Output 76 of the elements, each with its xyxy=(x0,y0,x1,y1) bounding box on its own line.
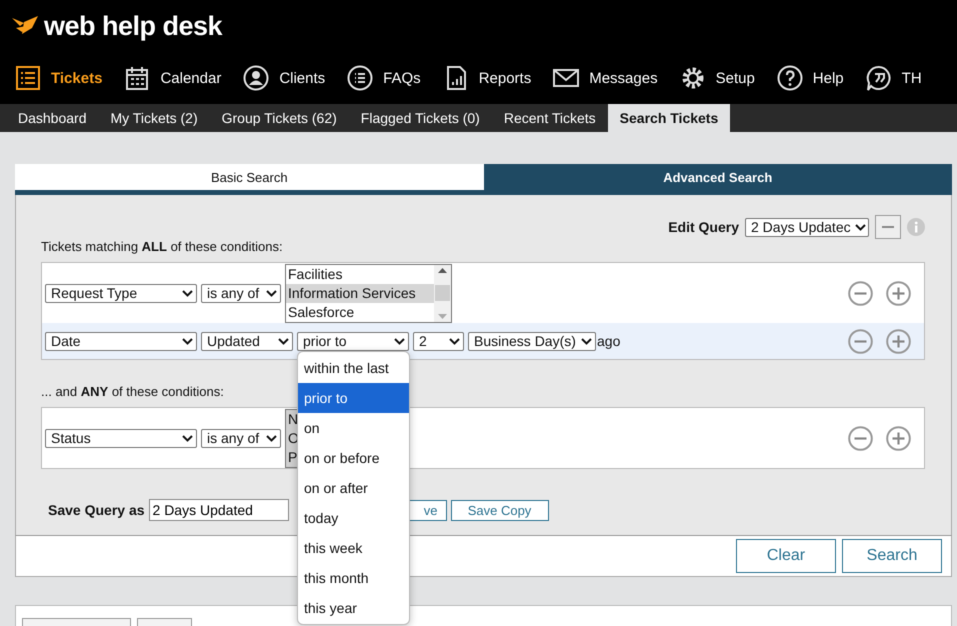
chevron-icon xyxy=(266,290,277,296)
operator-select[interactable]: is any of xyxy=(201,428,281,448)
chevron-icon xyxy=(266,434,277,442)
remove-query-button[interactable] xyxy=(875,215,901,239)
chat-icon xyxy=(866,65,892,91)
nav-tab[interactable]: Recent Tickets xyxy=(492,104,608,132)
listbox-option[interactable]: Information Services xyxy=(286,284,434,302)
unit-select[interactable]: Business Day(s) xyxy=(468,332,596,350)
minus-circle-icon[interactable] xyxy=(848,328,873,354)
save-copy-button[interactable]: Save Copy xyxy=(450,500,549,520)
help-icon xyxy=(776,65,803,91)
field-select[interactable]: Request Type xyxy=(45,284,197,302)
minus-icon xyxy=(882,226,894,228)
chevron-icon xyxy=(581,338,592,344)
listbox-option[interactable]: P xyxy=(286,448,301,466)
listbox-option[interactable]: Salesforce xyxy=(286,302,434,322)
minus-circle-icon[interactable] xyxy=(848,426,873,450)
plus-circle-icon[interactable] xyxy=(886,426,911,450)
nav-item[interactable]: Reports xyxy=(442,65,532,91)
chevron-icon xyxy=(394,338,405,344)
nav-item[interactable]: Clients xyxy=(243,65,326,91)
settings-icon xyxy=(680,65,706,91)
amount-select[interactable]: 2 xyxy=(413,332,464,350)
scrollbar[interactable] xyxy=(434,264,451,322)
dropdown-option[interactable]: this month xyxy=(298,563,409,593)
attribute-select[interactable]: Updated xyxy=(201,332,293,350)
chevron-icon xyxy=(182,338,193,344)
nav-tab[interactable]: Search Tickets xyxy=(608,104,730,132)
minus-circle-icon[interactable] xyxy=(848,280,873,306)
list-icon xyxy=(15,65,41,91)
dropdown-option[interactable]: this year xyxy=(298,593,409,623)
field-select[interactable]: Status xyxy=(45,428,197,448)
list-icon xyxy=(347,65,374,91)
nav-item[interactable]: Calendar xyxy=(124,65,222,91)
nav-tab[interactable]: Dashboard xyxy=(6,104,98,132)
logo-text: web help desk xyxy=(44,10,222,42)
chevron-icon xyxy=(278,338,289,344)
nav-item[interactable]: Messages xyxy=(553,65,658,91)
search-tab[interactable]: Advanced Search xyxy=(484,164,952,190)
search-button[interactable]: Search xyxy=(842,539,942,573)
field-select[interactable]: Date xyxy=(45,332,197,350)
chevron-icon xyxy=(182,434,193,442)
dropdown-option[interactable]: this week xyxy=(298,533,409,563)
clear-button[interactable]: Clear xyxy=(736,539,836,573)
condition-heading: Tickets matching ALL of these conditions: xyxy=(41,239,283,254)
chevron-icon xyxy=(182,290,193,296)
nav-tab[interactable]: My Tickets (2) xyxy=(98,104,210,132)
search-tab[interactable]: Basic Search xyxy=(15,164,484,190)
dropdown-option[interactable]: prior to xyxy=(298,383,409,413)
nav-item[interactable]: TH xyxy=(866,65,922,91)
condition-heading: ... and ANY of these conditions: xyxy=(41,384,224,399)
listbox-option[interactable]: Facilities xyxy=(286,264,434,284)
scroll-up-icon[interactable] xyxy=(438,268,447,272)
query-name-field[interactable]: 2 Days Updated xyxy=(148,499,289,521)
dropdown-option[interactable]: within the last xyxy=(298,353,409,383)
operator-select[interactable]: prior to xyxy=(297,332,409,350)
value-listbox[interactable]: Facilities Information Services Salesforce xyxy=(285,264,452,322)
nav-tab[interactable]: Group Tickets (62) xyxy=(210,104,349,132)
info-icon xyxy=(907,218,925,236)
scroll-down-icon[interactable] xyxy=(438,314,447,318)
user-icon xyxy=(243,65,270,91)
chevron-icon xyxy=(854,224,866,230)
nav-tab[interactable]: Flagged Tickets (0) xyxy=(348,104,492,132)
plus-circle-icon[interactable] xyxy=(886,280,911,306)
edit-query-label: Edit Query xyxy=(668,219,739,235)
operator-select[interactable]: is any of xyxy=(201,284,281,302)
calendar-icon xyxy=(124,65,150,91)
nav-item[interactable]: Tickets xyxy=(15,65,102,91)
chevron-icon xyxy=(449,338,460,344)
suffix-text: ago xyxy=(597,333,620,349)
nav-item[interactable]: FAQs xyxy=(347,65,421,91)
nav-item[interactable]: Setup xyxy=(680,65,755,91)
query-select[interactable]: 2 Days Updatec xyxy=(745,218,869,236)
plus-circle-icon[interactable] xyxy=(886,328,911,354)
save-query-label: Save Query as xyxy=(48,502,145,518)
nav-item[interactable]: Help xyxy=(776,65,844,91)
